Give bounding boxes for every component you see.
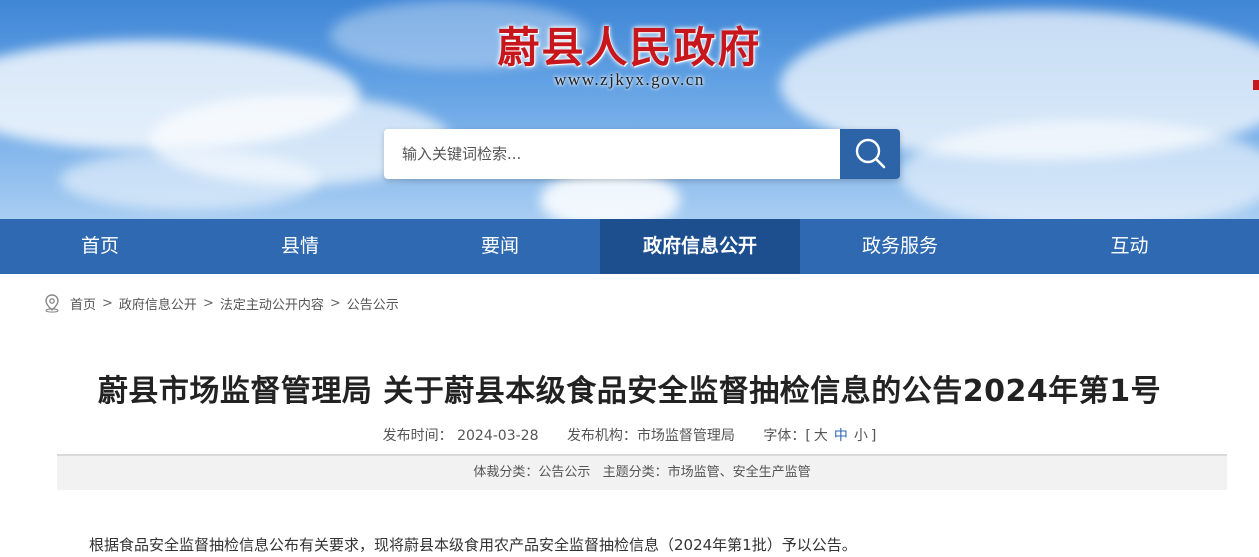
search-input[interactable] [384, 129, 840, 179]
font-size-bracket-open: [ [805, 428, 811, 444]
font-size-bracket-close: ] [870, 428, 877, 444]
nav-item-gov-info-disclosure[interactable]: 政府信息公开 [600, 219, 800, 274]
article-title: 蔚县市场监督管理局 关于蔚县本级食品安全监督抽检信息的公告2024年第1号 [97, 374, 1162, 409]
publisher-value: 市场监督管理局 [636, 428, 735, 444]
breadcrumb-item-announcements[interactable]: 公告公示 [347, 294, 399, 313]
cloud-decoration [60, 150, 320, 210]
article-body-paragraph: 根据食品安全监督抽检信息公布有关要求，现将蔚县本级食用农产品安全监督抽检信息（2… [89, 536, 857, 554]
genre-value: 公告公示 [538, 465, 591, 480]
font-size-medium-button[interactable]: 中 [834, 428, 848, 444]
breadcrumb-item-gov-info[interactable]: 政府信息公开 [119, 294, 197, 313]
publisher: 发布机构：市场监督管理局 [567, 428, 735, 444]
nav-item-interaction[interactable]: 互动 [1000, 219, 1259, 274]
breadcrumb-separator: > [102, 295, 113, 311]
nav-item-gov-services[interactable]: 政务服务 [800, 219, 1000, 274]
publish-time-label: 发布时间： [382, 428, 453, 444]
nav-item-news[interactable]: 要闻 [400, 219, 600, 274]
breadcrumb-item-statutory-disclosure[interactable]: 法定主动公开内容 [220, 294, 324, 313]
topic-value: 市场监管、安全生产监管 [667, 465, 811, 480]
publish-time-value: 2024-03-28 [457, 428, 539, 444]
search-box [384, 129, 900, 179]
search-button[interactable] [840, 129, 900, 179]
edge-decoration [1253, 80, 1259, 90]
genre-label: 体裁分类： [473, 465, 539, 480]
font-size-large-button[interactable]: 大 [814, 428, 828, 444]
font-size-small-button[interactable]: 小 [854, 428, 868, 444]
font-size-control: 字体：[大中小] [763, 428, 876, 444]
topic-label: 主题分类： [602, 465, 668, 480]
site-title[interactable]: 蔚县人民政府 [0, 14, 1259, 75]
search-icon [853, 136, 887, 173]
publish-time: 发布时间： 2024-03-28 [383, 428, 539, 444]
main-nav: 首页 县情 要闻 政府信息公开 政务服务 互动 [0, 219, 1259, 274]
breadcrumb-separator: > [202, 295, 214, 311]
article-meta: 发布时间： 2024-03-28 发布机构：市场监督管理局 字体：[大中小] [0, 425, 1259, 445]
breadcrumb-item-home[interactable]: 首页 [70, 294, 96, 313]
category-bar: 体裁分类：公告公示 主题分类：市场监管、安全生产监管 [57, 454, 1227, 490]
site-url: www.zjkyx.gov.cn [554, 70, 705, 89]
breadcrumb: 首页 > 政府信息公开 > 法定主动公开内容 > 公告公示 [42, 293, 399, 313]
breadcrumb-separator: > [329, 295, 341, 311]
nav-item-county-info[interactable]: 县情 [200, 219, 400, 274]
header-banner: 蔚县人民政府 www.zjkyx.gov.cn [0, 0, 1259, 219]
nav-item-home[interactable]: 首页 [0, 219, 200, 274]
location-pin-icon [42, 293, 62, 313]
font-size-label: 字体： [763, 428, 806, 444]
publisher-label: 发布机构： [566, 428, 637, 444]
